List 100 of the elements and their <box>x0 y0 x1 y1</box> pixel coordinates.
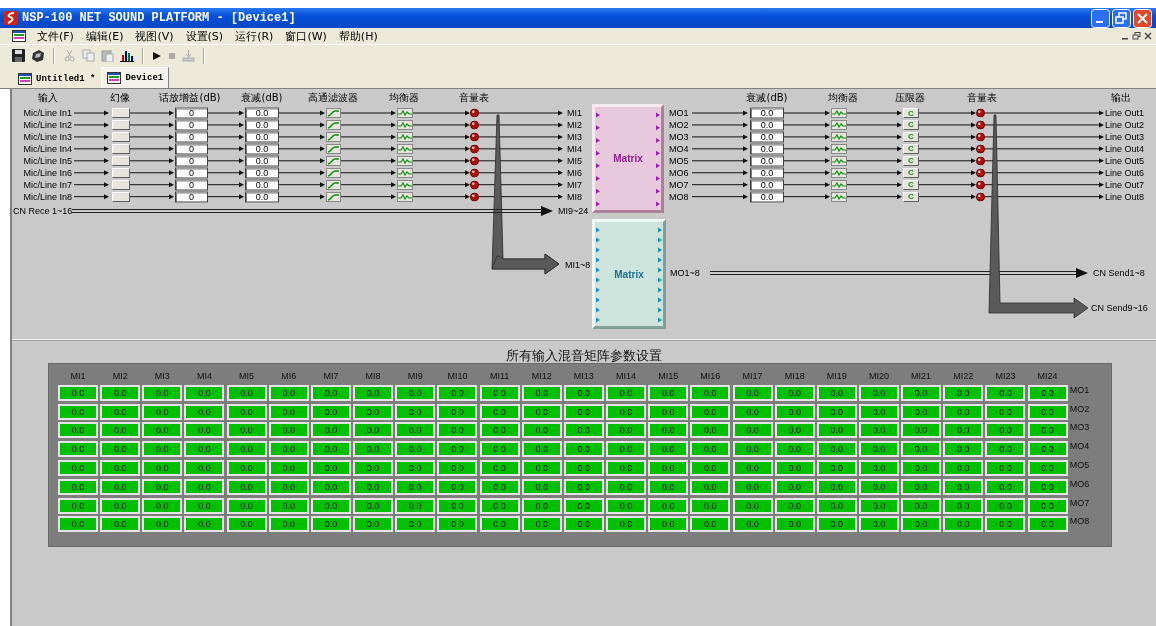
phantom-power-button[interactable] <box>112 191 130 202</box>
mix-level-field[interactable]: 0.0 <box>521 460 562 476</box>
mix-level-field[interactable]: 0.0 <box>58 478 98 495</box>
mix-level-field[interactable]: 0.0 <box>943 460 984 476</box>
equalizer-icon[interactable] <box>831 167 847 178</box>
mix-level-field[interactable]: 0.0 <box>732 384 773 401</box>
mix-level-field[interactable]: 0.0 <box>226 460 267 476</box>
mix-level-field[interactable]: 0.0 <box>858 497 899 514</box>
mix-level-field[interactable]: 0.0 <box>142 441 183 458</box>
mix-level-field[interactable]: 0.0 <box>58 422 98 439</box>
mix-level-field[interactable]: 0.0 <box>985 460 1026 476</box>
phantom-power-button[interactable] <box>112 167 130 178</box>
mix-level-field[interactable]: 0.0 <box>142 384 183 401</box>
mix-level-field[interactable]: 0.0 <box>985 478 1026 495</box>
gain-field[interactable]: 0 <box>175 143 208 155</box>
mix-level-field[interactable]: 0.0 <box>310 478 351 495</box>
mix-level-field[interactable]: 0.0 <box>268 478 309 495</box>
close-icon[interactable] <box>1144 32 1152 40</box>
mix-level-field[interactable]: 0.0 <box>774 422 815 439</box>
matrix-block[interactable]: Matrix <box>592 219 666 329</box>
gain-field[interactable]: 0 <box>175 107 208 119</box>
mix-level-field[interactable]: 0.0 <box>142 478 183 495</box>
mix-level-field[interactable]: 0.0 <box>310 516 351 533</box>
mix-level-field[interactable]: 0.0 <box>816 384 857 401</box>
mix-level-field[interactable]: 0.0 <box>1027 478 1068 495</box>
mix-level-field[interactable]: 0.0 <box>226 478 267 495</box>
mix-level-field[interactable]: 0.0 <box>648 441 689 458</box>
attenuation-field[interactable]: 0.0 <box>750 167 784 179</box>
mix-level-field[interactable]: 0.0 <box>858 422 899 439</box>
save-icon[interactable] <box>12 49 25 62</box>
mix-level-field[interactable]: 0.0 <box>353 422 394 439</box>
mix-level-field[interactable]: 0.0 <box>985 403 1026 420</box>
mix-level-field[interactable]: 0.0 <box>226 497 267 514</box>
mix-level-field[interactable]: 0.0 <box>732 497 773 514</box>
equalizer-icon[interactable] <box>831 143 847 154</box>
equalizer-icon[interactable] <box>397 191 413 202</box>
mix-level-field[interactable]: 0.0 <box>606 403 647 420</box>
attenuation-field[interactable]: 0.0 <box>750 143 784 155</box>
mix-level-field[interactable]: 0.0 <box>606 516 647 533</box>
matrix-block[interactable]: Matrix <box>592 104 664 213</box>
attenuation-field[interactable]: 0.0 <box>245 107 279 119</box>
mix-level-field[interactable]: 0.0 <box>606 384 647 401</box>
mix-level-field[interactable]: 0.0 <box>437 478 478 495</box>
mix-level-field[interactable]: 0.0 <box>395 497 436 514</box>
mix-level-field[interactable]: 0.0 <box>858 478 899 495</box>
mix-level-field[interactable]: 0.0 <box>901 478 942 495</box>
mix-level-field[interactable]: 0.0 <box>184 497 225 514</box>
highpass-filter-icon[interactable] <box>326 131 341 142</box>
mix-level-field[interactable]: 0.0 <box>563 516 604 533</box>
mix-level-field[interactable]: 0.0 <box>648 460 689 476</box>
mix-level-field[interactable]: 0.0 <box>943 478 984 495</box>
mix-level-field[interactable]: 0.0 <box>353 497 394 514</box>
mix-level-field[interactable]: 0.0 <box>690 384 731 401</box>
mix-level-field[interactable]: 0.0 <box>563 441 604 458</box>
mix-level-field[interactable]: 0.0 <box>437 422 478 439</box>
mix-level-field[interactable]: 0.0 <box>395 516 436 533</box>
attenuation-field[interactable]: 0.0 <box>245 167 279 179</box>
mix-level-field[interactable]: 0.0 <box>142 403 183 420</box>
mix-level-field[interactable]: 0.0 <box>690 460 731 476</box>
attenuation-field[interactable]: 0.0 <box>750 119 784 131</box>
mix-level-field[interactable]: 0.0 <box>142 460 183 476</box>
mix-level-field[interactable]: 0.0 <box>521 384 562 401</box>
menu-item[interactable]: 帮助(H) <box>337 28 379 44</box>
phantom-power-button[interactable] <box>112 143 130 154</box>
equalizer-icon[interactable] <box>397 155 413 166</box>
mix-level-field[interactable]: 0.0 <box>774 403 815 420</box>
phantom-power-button[interactable] <box>112 155 130 166</box>
mix-level-field[interactable]: 0.0 <box>901 422 942 439</box>
mix-level-field[interactable]: 0.0 <box>648 497 689 514</box>
mix-level-field[interactable]: 0.0 <box>437 403 478 420</box>
mix-level-field[interactable]: 0.0 <box>142 497 183 514</box>
mix-level-field[interactable]: 0.0 <box>816 497 857 514</box>
mix-level-field[interactable]: 0.0 <box>858 384 899 401</box>
mix-level-field[interactable]: 0.0 <box>100 403 141 420</box>
mix-level-field[interactable]: 0.0 <box>1027 384 1068 401</box>
phantom-power-button[interactable] <box>112 108 130 118</box>
mix-level-field[interactable]: 0.0 <box>816 403 857 420</box>
mix-level-field[interactable]: 0.0 <box>226 441 267 458</box>
mix-level-field[interactable]: 0.0 <box>816 441 857 458</box>
mix-level-field[interactable]: 0.0 <box>268 497 309 514</box>
mix-level-field[interactable]: 0.0 <box>901 441 942 458</box>
mix-level-field[interactable]: 0.0 <box>732 422 773 439</box>
mix-level-field[interactable]: 0.0 <box>353 516 394 533</box>
mix-level-field[interactable]: 0.0 <box>985 497 1026 514</box>
copy-icon[interactable] <box>82 49 95 62</box>
mix-level-field[interactable]: 0.0 <box>479 497 520 514</box>
mix-level-field[interactable]: 0.0 <box>353 403 394 420</box>
mix-level-field[interactable]: 0.0 <box>184 422 225 439</box>
menu-item[interactable]: 文件(F) <box>36 28 75 44</box>
mix-level-field[interactable]: 0.0 <box>479 422 520 439</box>
attenuation-field[interactable]: 0.0 <box>245 155 279 167</box>
equalizer-icon[interactable] <box>831 108 847 118</box>
mix-level-field[interactable]: 0.0 <box>479 403 520 420</box>
play-icon[interactable] <box>152 50 162 61</box>
gain-field[interactable]: 0 <box>175 155 208 167</box>
mix-level-field[interactable]: 0.0 <box>58 497 98 514</box>
equalizer-icon[interactable] <box>831 119 847 130</box>
equalizer-icon[interactable] <box>831 191 847 202</box>
mix-level-field[interactable]: 0.0 <box>353 460 394 476</box>
mix-level-field[interactable]: 0.0 <box>184 516 225 533</box>
